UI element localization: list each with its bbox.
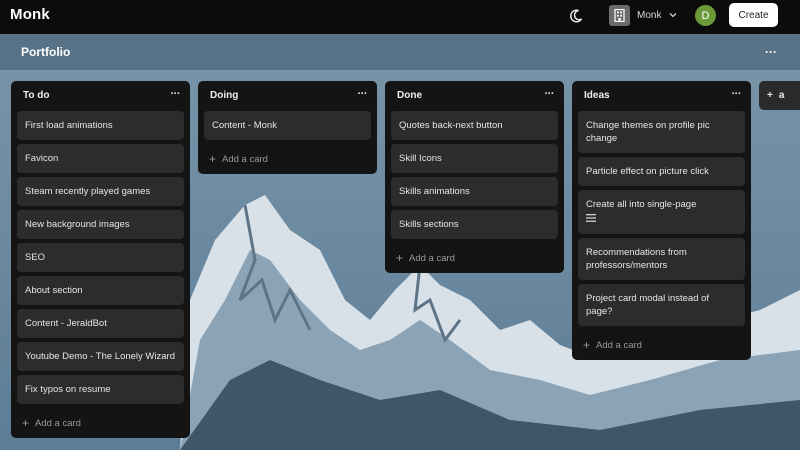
card[interactable]: Content - JeraldBot: [17, 309, 184, 338]
app-logo[interactable]: Monk: [10, 6, 50, 23]
list-title[interactable]: Done: [397, 90, 422, 101]
list-title[interactable]: Ideas: [584, 90, 610, 101]
plus-icon: +: [583, 338, 591, 352]
list-menu-button[interactable]: ···: [545, 88, 555, 100]
card[interactable]: Skills animations: [391, 177, 558, 206]
card-title: Create all into single-page: [586, 199, 697, 210]
moon-icon[interactable]: [568, 8, 584, 24]
list-doing: Doing ··· Content - Monk + Add a card: [198, 81, 377, 174]
add-card-button[interactable]: + Add a card: [17, 408, 184, 438]
card[interactable]: Change themes on profile pic change: [578, 111, 745, 153]
plus-icon: +: [209, 152, 217, 166]
card[interactable]: Favicon: [17, 144, 184, 173]
card[interactable]: Fix typos on resume: [17, 375, 184, 404]
list-header: Ideas ···: [578, 81, 745, 111]
card[interactable]: Particle effect on picture click: [578, 157, 745, 186]
list-header: Done ···: [391, 81, 558, 111]
card[interactable]: Create all into single-page: [578, 190, 745, 234]
list-title[interactable]: Doing: [210, 90, 238, 101]
plus-icon: +: [767, 90, 773, 101]
add-card-button[interactable]: + Add a card: [578, 330, 745, 360]
card[interactable]: Project card modal instead of page?: [578, 284, 745, 326]
card[interactable]: Steam recently played games: [17, 177, 184, 206]
chevron-down-icon: [669, 13, 677, 18]
card[interactable]: Skill Icons: [391, 144, 558, 173]
board-menu-button[interactable]: ···: [765, 45, 781, 59]
card[interactable]: Content - Monk: [204, 111, 371, 140]
user-avatar[interactable]: D: [695, 5, 716, 26]
add-card-label: Add a card: [596, 339, 642, 351]
top-navigation-bar: Monk Monk D Create: [0, 0, 800, 34]
add-card-label: Add a card: [222, 153, 268, 165]
card[interactable]: Quotes back-next button: [391, 111, 558, 140]
description-icon: [586, 214, 596, 222]
card[interactable]: Youtube Demo - The Lonely Wizard: [17, 342, 184, 371]
list-menu-button[interactable]: ···: [358, 88, 368, 100]
create-button[interactable]: Create: [729, 3, 778, 27]
add-list-button[interactable]: + a: [759, 81, 800, 110]
board-title[interactable]: Portfolio: [21, 45, 70, 59]
add-card-label: Add a card: [409, 252, 455, 264]
card[interactable]: Recommendations from professors/mentors: [578, 238, 745, 280]
list-done: Done ··· Quotes back-next button Skill I…: [385, 81, 564, 273]
list-title[interactable]: To do: [23, 90, 49, 101]
add-list-label: a: [778, 90, 785, 101]
board-header: Portfolio ···: [0, 34, 800, 70]
add-card-button[interactable]: + Add a card: [391, 243, 558, 273]
workspace-switcher[interactable]: Monk: [609, 4, 678, 26]
add-card-button[interactable]: + Add a card: [204, 144, 371, 174]
plus-icon: +: [22, 416, 30, 430]
card[interactable]: SEO: [17, 243, 184, 272]
list-header: Doing ···: [204, 81, 371, 111]
list-menu-button[interactable]: ···: [171, 88, 181, 100]
list-ideas: Ideas ··· Change themes on profile pic c…: [572, 81, 751, 360]
card[interactable]: First load animations: [17, 111, 184, 140]
list-todo: To do ··· First load animations Favicon …: [11, 81, 190, 438]
card[interactable]: Skills sections: [391, 210, 558, 239]
list-menu-button[interactable]: ···: [732, 88, 742, 100]
add-card-label: Add a card: [35, 417, 81, 429]
card[interactable]: New background images: [17, 210, 184, 239]
plus-icon: +: [396, 251, 404, 265]
workspace-name: Monk: [637, 9, 662, 21]
card[interactable]: About section: [17, 276, 184, 305]
building-icon: [609, 4, 630, 26]
list-header: To do ···: [17, 81, 184, 111]
